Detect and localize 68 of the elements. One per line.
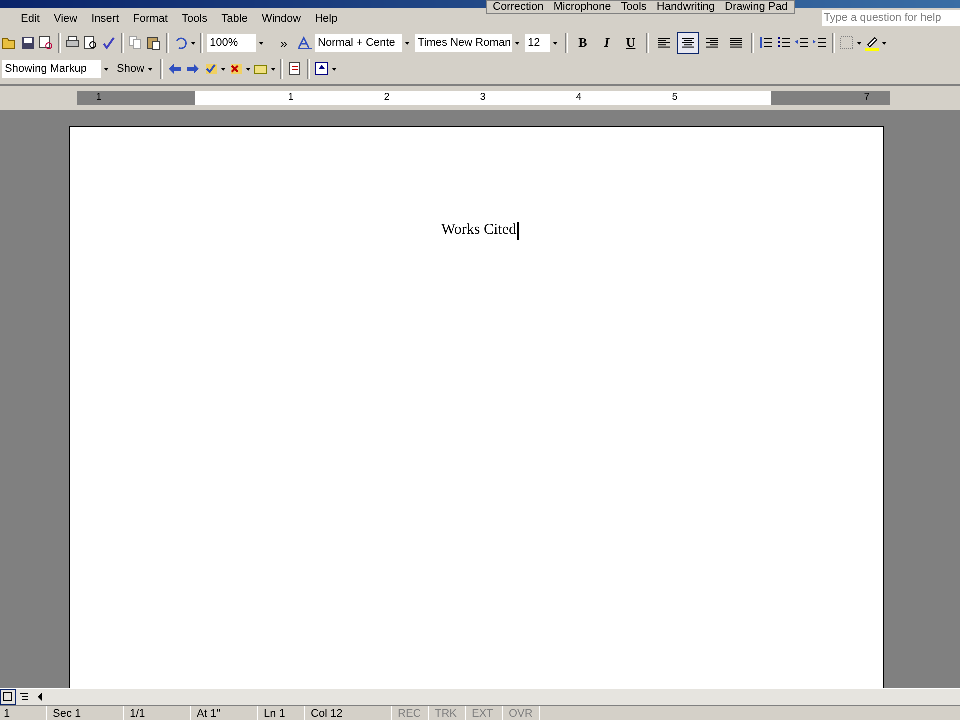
ruler-number: 2 xyxy=(384,91,390,105)
language-bar-item[interactable]: Correction xyxy=(493,1,544,13)
underline-button[interactable]: U xyxy=(620,32,642,54)
caret-icon[interactable] xyxy=(259,42,264,44)
status-text: At 1" xyxy=(193,706,258,720)
status-text: 1/1 xyxy=(126,706,191,720)
align-icon xyxy=(656,35,672,51)
language-bar-item[interactable]: Handwriting xyxy=(656,1,716,13)
caret-icon[interactable] xyxy=(857,42,862,44)
bold-button[interactable]: B xyxy=(572,32,594,54)
align-icon xyxy=(728,35,744,51)
caret-icon[interactable] xyxy=(104,68,109,70)
ruler-number: 1 xyxy=(96,91,102,105)
caret-icon[interactable] xyxy=(405,42,410,44)
caret-icon[interactable] xyxy=(553,42,558,44)
menu-item[interactable]: Window xyxy=(254,13,308,25)
font-dropdown[interactable]: Times New Roman xyxy=(415,34,523,52)
language-bar-item[interactable]: Tools xyxy=(621,1,647,13)
align-icon xyxy=(680,35,696,51)
menu-item[interactable]: Edit xyxy=(14,13,47,25)
caret-icon[interactable] xyxy=(882,42,887,44)
status-text: Ln 1 xyxy=(260,706,305,720)
styles-icon[interactable] xyxy=(297,35,313,51)
status-text: Col 12 xyxy=(307,706,392,720)
status-text: Sec 1 xyxy=(49,706,124,720)
status-text: 1 xyxy=(0,706,47,720)
document-text[interactable]: Works Cited xyxy=(433,222,519,240)
ruler-number: 5 xyxy=(672,91,678,105)
save-icon[interactable] xyxy=(20,35,36,51)
caret-icon[interactable] xyxy=(191,42,196,44)
highlighter-icon[interactable] xyxy=(864,35,880,51)
ruler-number: 1 xyxy=(288,91,294,105)
numbered-list-icon[interactable] xyxy=(758,35,774,51)
page-view-icon xyxy=(3,692,13,702)
print-preview-icon[interactable] xyxy=(83,35,99,51)
document-icon[interactable] xyxy=(286,61,303,77)
paste-icon[interactable] xyxy=(146,35,162,51)
ruler-number: 4 xyxy=(576,91,582,105)
zoom-dropdown[interactable]: 100% xyxy=(207,34,267,52)
caret-icon[interactable] xyxy=(220,68,226,70)
ruler-number: 3 xyxy=(480,91,486,105)
menu-item[interactable]: Tools xyxy=(174,13,215,25)
next-change-icon[interactable] xyxy=(184,61,201,77)
toolbar-overflow-button[interactable]: » xyxy=(273,32,295,54)
menu-item[interactable]: Help xyxy=(308,13,345,25)
font-size-dropdown[interactable]: 12 xyxy=(525,34,561,52)
language-bar-item[interactable]: Microphone xyxy=(554,1,612,13)
outline-icon xyxy=(19,692,29,702)
align-icon xyxy=(704,35,720,51)
help-search-field[interactable]: Type a question for help xyxy=(822,10,960,26)
ruler-number: 7 xyxy=(864,91,870,105)
style-dropdown[interactable]: Normal + Cente xyxy=(315,34,413,52)
align-button[interactable] xyxy=(677,32,699,54)
menu-item[interactable]: Format xyxy=(126,13,175,25)
caret-icon[interactable] xyxy=(270,68,276,70)
menu-item[interactable]: Table xyxy=(214,13,255,25)
menu-item[interactable]: Insert xyxy=(84,13,126,25)
normal-view-button[interactable] xyxy=(0,689,16,705)
caret-icon[interactable] xyxy=(332,68,337,70)
italic-button[interactable]: I xyxy=(596,32,618,54)
left-arrow-icon xyxy=(37,693,43,701)
menu-item[interactable]: View xyxy=(46,13,85,25)
display-markup-dropdown[interactable]: Showing Markup xyxy=(2,60,112,78)
caret-icon[interactable] xyxy=(148,68,153,70)
show-button[interactable]: Show xyxy=(114,59,156,79)
caret-icon[interactable] xyxy=(246,68,251,70)
language-bar-item[interactable]: Drawing Pad xyxy=(725,1,788,13)
caret-icon[interactable] xyxy=(515,42,520,44)
